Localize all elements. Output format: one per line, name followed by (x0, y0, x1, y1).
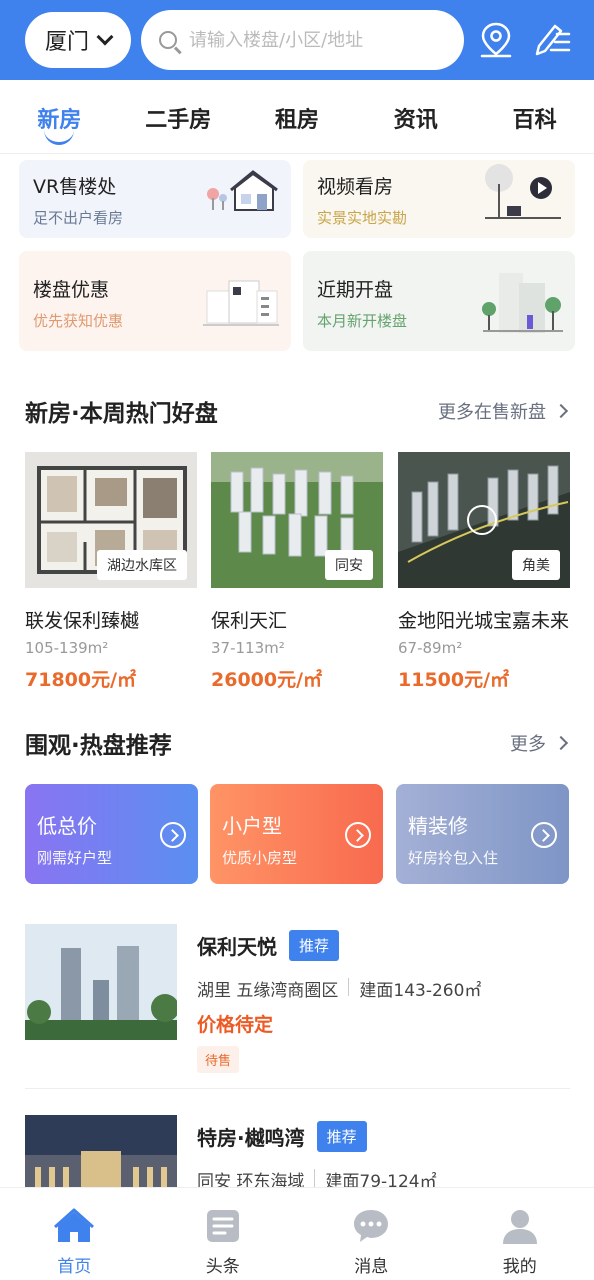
recommend-badge: 推荐 (316, 1121, 367, 1152)
meta-divider (348, 978, 350, 996)
more-label: 更多在售新盘 (438, 402, 546, 423)
listing-title: 特房·樾鸣湾 推荐 (197, 1121, 367, 1152)
listing-name: 联发保利臻樾 (25, 610, 140, 632)
listing-size: 67-89m² (398, 639, 463, 657)
listing-location: 同安 环东海域 (197, 1172, 305, 1187)
chevron-right-icon (553, 735, 569, 751)
building-graphic (25, 1115, 177, 1187)
listing-thumbnail (25, 924, 177, 1040)
nav-news[interactable]: 头条 (149, 1188, 298, 1280)
feature-card-discount[interactable]: 楼盘优惠 优先获知优惠 (19, 251, 291, 351)
listing-meta: 湖里 五缘湾商圈区 建面143-260㎡ (197, 976, 481, 1001)
listing-size: 105-139m² (25, 639, 109, 657)
feature-card-video[interactable]: 视频看房 实景实地实勘 (303, 160, 575, 238)
message-icon (354, 1210, 389, 1242)
city-selector[interactable]: 厦门 (25, 12, 131, 68)
area-tag: 角美 (512, 550, 560, 580)
listing-name: 保利天汇 (211, 610, 288, 632)
hot-listing-card[interactable]: 湖边水库区 联发保利臻樾 105-139m² 71800元/㎡ (25, 452, 197, 692)
hot-listing-card[interactable]: 同安 保利天汇 37-113m² 26000元/㎡ (211, 452, 383, 692)
card-subtitle: 优质小房型 (222, 849, 298, 867)
area-tag: 湖边水库区 (97, 550, 187, 580)
top-header: 厦门 (0, 0, 594, 80)
listing-price: 11500元/㎡ (398, 669, 510, 691)
hot-section-title: 新房·本周热门好盘 (25, 401, 218, 427)
more-label: 更多 (510, 734, 546, 755)
listing-name: 保利天悦 (197, 935, 277, 959)
feature-card-vr[interactable]: VR售楼处 足不出户看房 (19, 160, 291, 238)
edit-icon[interactable] (531, 20, 571, 60)
nav-label: 首页 (57, 1257, 92, 1277)
list-item[interactable]: 特房·樾鸣湾 推荐 同安 环东海域 建面79-124㎡ (25, 1115, 570, 1187)
nav-label: 头条 (205, 1257, 240, 1277)
app-screen: 厦门 新房 二手房 租房 资讯 百科 VR售楼处 足不出户看房 (0, 0, 594, 1280)
recommend-more-link[interactable]: 更多 (510, 730, 569, 756)
recommend-section-title: 围观·热盘推荐 (25, 733, 172, 759)
building-illustration (482, 273, 563, 333)
recommend-card-small-unit[interactable]: 小户型 优质小房型 (210, 784, 383, 884)
nav-messages[interactable]: 消息 (297, 1188, 446, 1280)
arrow-circle-icon (160, 822, 186, 848)
listing-size: 37-113m² (211, 639, 285, 657)
arrow-circle-icon (345, 822, 371, 848)
recommend-badge: 推荐 (289, 930, 340, 961)
tab-wiki[interactable]: 百科 (475, 80, 594, 153)
vr-house-illustration (207, 170, 278, 211)
listing-name: 特房·樾鸣湾 (197, 1126, 305, 1150)
tower-graphic (25, 924, 177, 1040)
listing-price: 71800元/㎡ (25, 669, 137, 691)
video-illustration (485, 164, 561, 219)
home-icon (54, 1208, 95, 1242)
area-tag: 同安 (325, 550, 373, 580)
floorplan-image: 湖边水库区 (25, 452, 197, 588)
chevron-right-icon (553, 403, 569, 419)
listing-price: 26000元/㎡ (211, 669, 323, 691)
nav-profile[interactable]: 我的 (446, 1188, 594, 1280)
chevron-down-icon (96, 28, 114, 46)
listing-price: 价格待定 (197, 1014, 274, 1036)
list-divider (25, 1088, 570, 1089)
card-subtitle: 好房拎包入住 (408, 849, 499, 867)
nav-label: 消息 (354, 1257, 389, 1277)
search-icon (159, 31, 177, 49)
user-icon (502, 1210, 537, 1244)
news-icon (206, 1210, 239, 1242)
search-bar[interactable] (141, 10, 464, 70)
recommend-card-decorated[interactable]: 精装修 好房拎包入住 (396, 784, 569, 884)
tab-rent[interactable]: 租房 (238, 80, 357, 153)
listing-thumbnail (25, 1115, 177, 1187)
hot-listing-card[interactable]: 角美 金地阳光城宝嘉未来 67-89m² 11500元/㎡ (398, 452, 570, 692)
listing-location: 湖里 五缘湾商圈区 (197, 981, 339, 1001)
listing-title: 保利天悦 推荐 (197, 930, 340, 961)
meta-divider (314, 1169, 316, 1187)
category-tabs: 新房 二手房 租房 资讯 百科 (0, 80, 594, 154)
hot-more-link[interactable]: 更多在售新盘 (438, 398, 569, 424)
listing-meta: 同安 环东海域 建面79-124㎡ (197, 1167, 437, 1187)
listing-name: 金地阳光城宝嘉未来 (398, 610, 570, 632)
city-label: 厦门 (44, 30, 89, 55)
tab-news[interactable]: 资讯 (356, 80, 475, 153)
status-badge: 待售 (197, 1046, 240, 1073)
bottom-nav: 首页 头条 消息 我的 (0, 1187, 594, 1280)
discount-illustration (203, 280, 279, 326)
tab-new-house[interactable]: 新房 (0, 80, 119, 153)
card-subtitle: 刚需好户型 (37, 849, 113, 867)
listing-area: 建面143-260㎡ (359, 981, 482, 1001)
search-input[interactable] (189, 29, 439, 51)
tab-second-hand[interactable]: 二手房 (119, 80, 238, 153)
feature-card-opening[interactable]: 近期开盘 本月新开楼盘 (303, 251, 575, 351)
aerial-image: 同安 (211, 452, 383, 588)
arrow-circle-icon (531, 822, 557, 848)
location-icon[interactable] (476, 20, 516, 60)
list-item[interactable]: 保利天悦 推荐 湖里 五缘湾商圈区 建面143-260㎡ 价格待定 待售 (25, 924, 570, 1074)
nav-home[interactable]: 首页 (0, 1188, 149, 1280)
listing-area: 建面79-124㎡ (325, 1172, 437, 1187)
aerial-image: 角美 (398, 452, 570, 588)
recommend-card-low-price[interactable]: 低总价 刚需好户型 (25, 784, 198, 884)
nav-label: 我的 (502, 1257, 537, 1277)
